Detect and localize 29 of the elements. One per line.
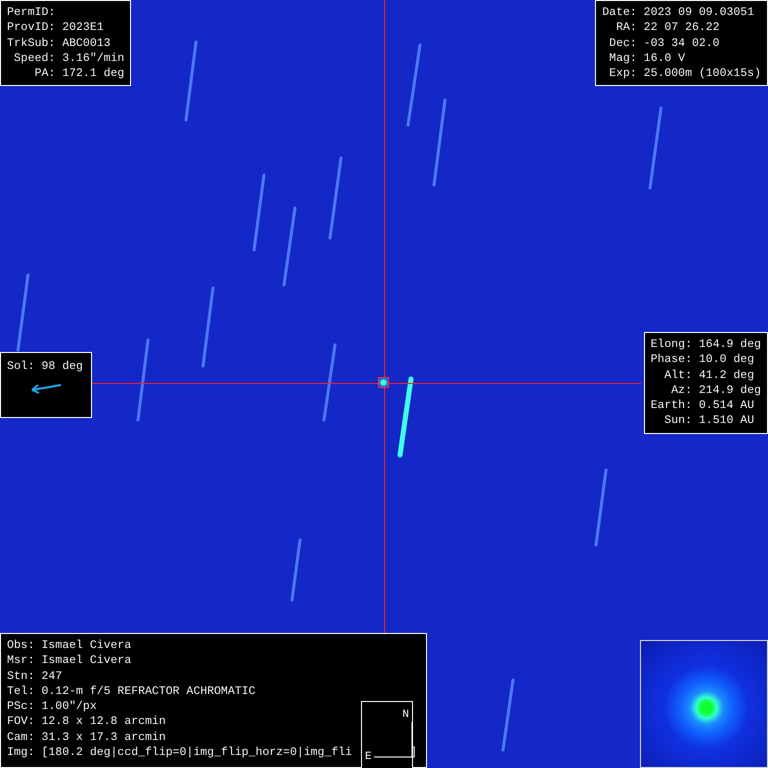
info-text: Exp: 25.000m (100x15s) — [608, 66, 761, 82]
info-text: Mag: 16.0 V — [608, 50, 686, 66]
info-text: Obs: Ismael Civera — [7, 638, 132, 654]
info-text: Dec: -03 34 02.0 — [608, 36, 720, 51]
info-text: Phase: 10.0 deg — [650, 352, 754, 368]
info-text: Alt: 41.2 deg — [663, 368, 754, 383]
info-text: Elong: 164.9 deg — [650, 337, 761, 352]
info-text: Speed: 3.16"/min — [12, 50, 124, 66]
info-text: PA: 172.1 deg — [34, 66, 124, 82]
info-text: Cam: 31.3 x 17.3 arcmin — [7, 730, 166, 746]
info-text: RA: 22 07 26.22 — [615, 20, 720, 36]
info-text: Img: [180.2 deg|ccd_flip=0|img_flip_horz=0|img_fli — [7, 745, 352, 760]
solar-angle-text: Sol: 98 deg — [7, 359, 83, 374]
arrow-icon — [29, 382, 63, 394]
info-text: FOV: 12.8 x 12.8 arcmin — [7, 714, 166, 730]
info-text: Az: 214.9 deg — [670, 382, 761, 398]
info-text: Date: 2023 09 09.03051 — [602, 5, 754, 20]
info-text: ProvID: 2023E1 — [7, 20, 104, 36]
info-text: Sun: 1.510 AU — [663, 413, 754, 429]
info-text: Stn: 247 — [7, 668, 62, 684]
info-text: PSc: 1.00"/px — [7, 699, 97, 714]
info-text: Msr: Ismael Civera — [7, 653, 132, 669]
target-marker — [378, 377, 389, 388]
north-label: N — [402, 710, 409, 721]
info-text: Earth: 0.514 AU — [650, 398, 754, 414]
info-text: TrkSub: ABC0013 — [7, 36, 111, 51]
info-text: PermID: — [7, 5, 56, 20]
info-text: Tel: 0.12-m f/5 REFRACTOR ACHROMATIC — [7, 684, 256, 700]
east-label: E — [365, 752, 372, 763]
